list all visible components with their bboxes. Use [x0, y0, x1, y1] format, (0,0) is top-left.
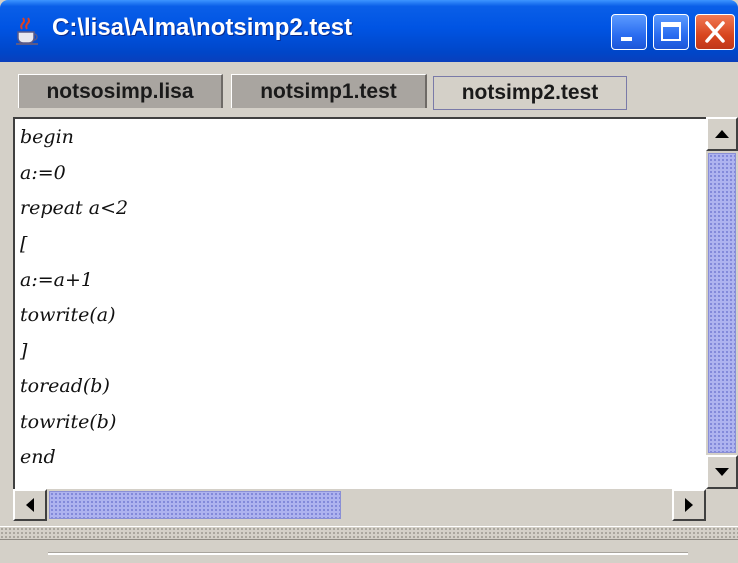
minimize-button[interactable] [611, 14, 647, 50]
tab-bar: notsosimp.lisa notsimp1.test notsimp2.te… [0, 62, 738, 117]
tab-notsimp1-test[interactable]: notsimp1.test [231, 74, 427, 108]
code-line: [ [20, 233, 28, 255]
code-line: a:=0 [20, 162, 66, 184]
code-line: begin [20, 126, 74, 148]
code-line: towrite(b) [20, 411, 117, 433]
divider [48, 552, 688, 555]
scroll-down-button[interactable] [706, 455, 738, 489]
horizontal-scrollbar[interactable] [13, 489, 706, 521]
minimize-icon [621, 37, 632, 41]
scroll-right-button[interactable] [672, 489, 706, 521]
maximize-button[interactable] [653, 14, 689, 50]
code-line: toread(b) [20, 375, 110, 397]
close-button[interactable] [695, 14, 735, 50]
vertical-scroll-thumb[interactable] [708, 153, 736, 453]
code-line: a:=a+1 [20, 269, 93, 291]
code-line: towrite(a) [20, 304, 116, 326]
arrow-right-icon [685, 498, 693, 512]
title-bar[interactable]: C:\lisa\Alma\notsimp2.test [0, 0, 738, 62]
code-line: end [20, 446, 56, 468]
scroll-left-button[interactable] [13, 489, 47, 521]
horizontal-scroll-thumb[interactable] [49, 491, 341, 519]
app-window: C:\lisa\Alma\notsimp2.test notsosimp.lis… [0, 0, 738, 563]
bottom-panel [0, 540, 738, 563]
tab-notsimp2-test[interactable]: notsimp2.test [433, 76, 627, 110]
arrow-down-icon [715, 468, 729, 476]
close-icon [705, 21, 725, 43]
scroll-up-button[interactable] [706, 117, 738, 151]
arrow-up-icon [715, 130, 729, 138]
split-pane-divider[interactable] [0, 526, 738, 540]
code-line: ] [20, 340, 28, 362]
maximize-icon [661, 22, 681, 41]
code-line: repeat a<2 [20, 197, 129, 219]
java-cup-icon[interactable] [12, 16, 42, 46]
vertical-scrollbar[interactable] [706, 117, 738, 489]
arrow-left-icon [26, 498, 34, 512]
tab-notsosimp-lisa[interactable]: notsosimp.lisa [18, 74, 223, 108]
code-editor[interactable]: begin a:=0 repeat a<2 [ a:=a+1 towrite(a… [13, 117, 710, 489]
scrollbar-corner [706, 489, 738, 521]
window-title: C:\lisa\Alma\notsimp2.test [52, 14, 353, 41]
